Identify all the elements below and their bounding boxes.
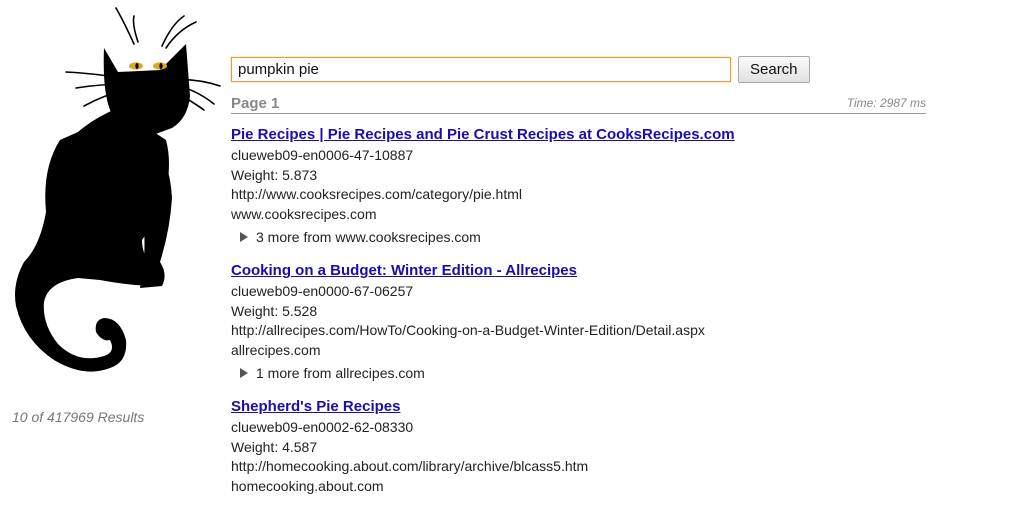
result-count: 10 of 417969 Results [12,409,145,425]
more-results-label: 3 more from www.cooksrecipes.com [256,229,481,245]
more-results-label: 1 more from allrecipes.com [256,365,425,381]
search-button[interactable]: Search [738,56,810,83]
result-weight: Weight: 4.587 [231,438,318,455]
results-header: Page 1 Time: 2987 ms [231,95,926,114]
result-item: Shepherd's Pie Recipes clueweb09-en0002-… [231,396,991,496]
result-title-link[interactable]: Shepherd's Pie Recipes [231,396,400,418]
page-label: Page 1 [231,95,280,112]
result-url: http://homecooking.about.com/library/arc… [231,458,589,474]
expand-triangle-icon [240,232,248,242]
expand-triangle-icon [240,368,248,378]
result-weight: Weight: 5.873 [231,166,318,183]
result-url: http://allrecipes.com/HowTo/Cooking-on-a… [231,322,705,338]
result-url: http://www.cooksrecipes.com/category/pie… [231,186,523,202]
search-input[interactable] [231,57,731,82]
result-item: Cooking on a Budget: Winter Edition - Al… [231,260,991,383]
result-doc-id: clueweb09-en0002-62-08330 [231,419,414,435]
more-results-toggle[interactable]: 1 more from allrecipes.com [240,363,991,383]
result-domain: allrecipes.com [231,341,321,358]
result-weight: Weight: 5.528 [231,302,318,319]
more-results-toggle[interactable]: 3 more from www.cooksrecipes.com [240,227,991,247]
results-list: Pie Recipes | Pie Recipes and Pie Crust … [231,124,991,509]
result-doc-id: clueweb09-en0006-47-10887 [231,147,414,163]
result-domain: homecooking.about.com [231,477,384,494]
result-item: Pie Recipes | Pie Recipes and Pie Crust … [231,124,991,247]
black-cat-icon [15,7,221,372]
time-label: Time: 2987 ms [846,96,926,110]
search-bar: Search [231,56,810,83]
black-cat-logo [0,0,225,395]
result-domain: www.cooksrecipes.com [231,205,377,222]
result-doc-id: clueweb09-en0000-67-06257 [231,283,414,299]
result-title-link[interactable]: Pie Recipes | Pie Recipes and Pie Crust … [231,124,735,146]
result-title-link[interactable]: Cooking on a Budget: Winter Edition - Al… [231,260,577,282]
